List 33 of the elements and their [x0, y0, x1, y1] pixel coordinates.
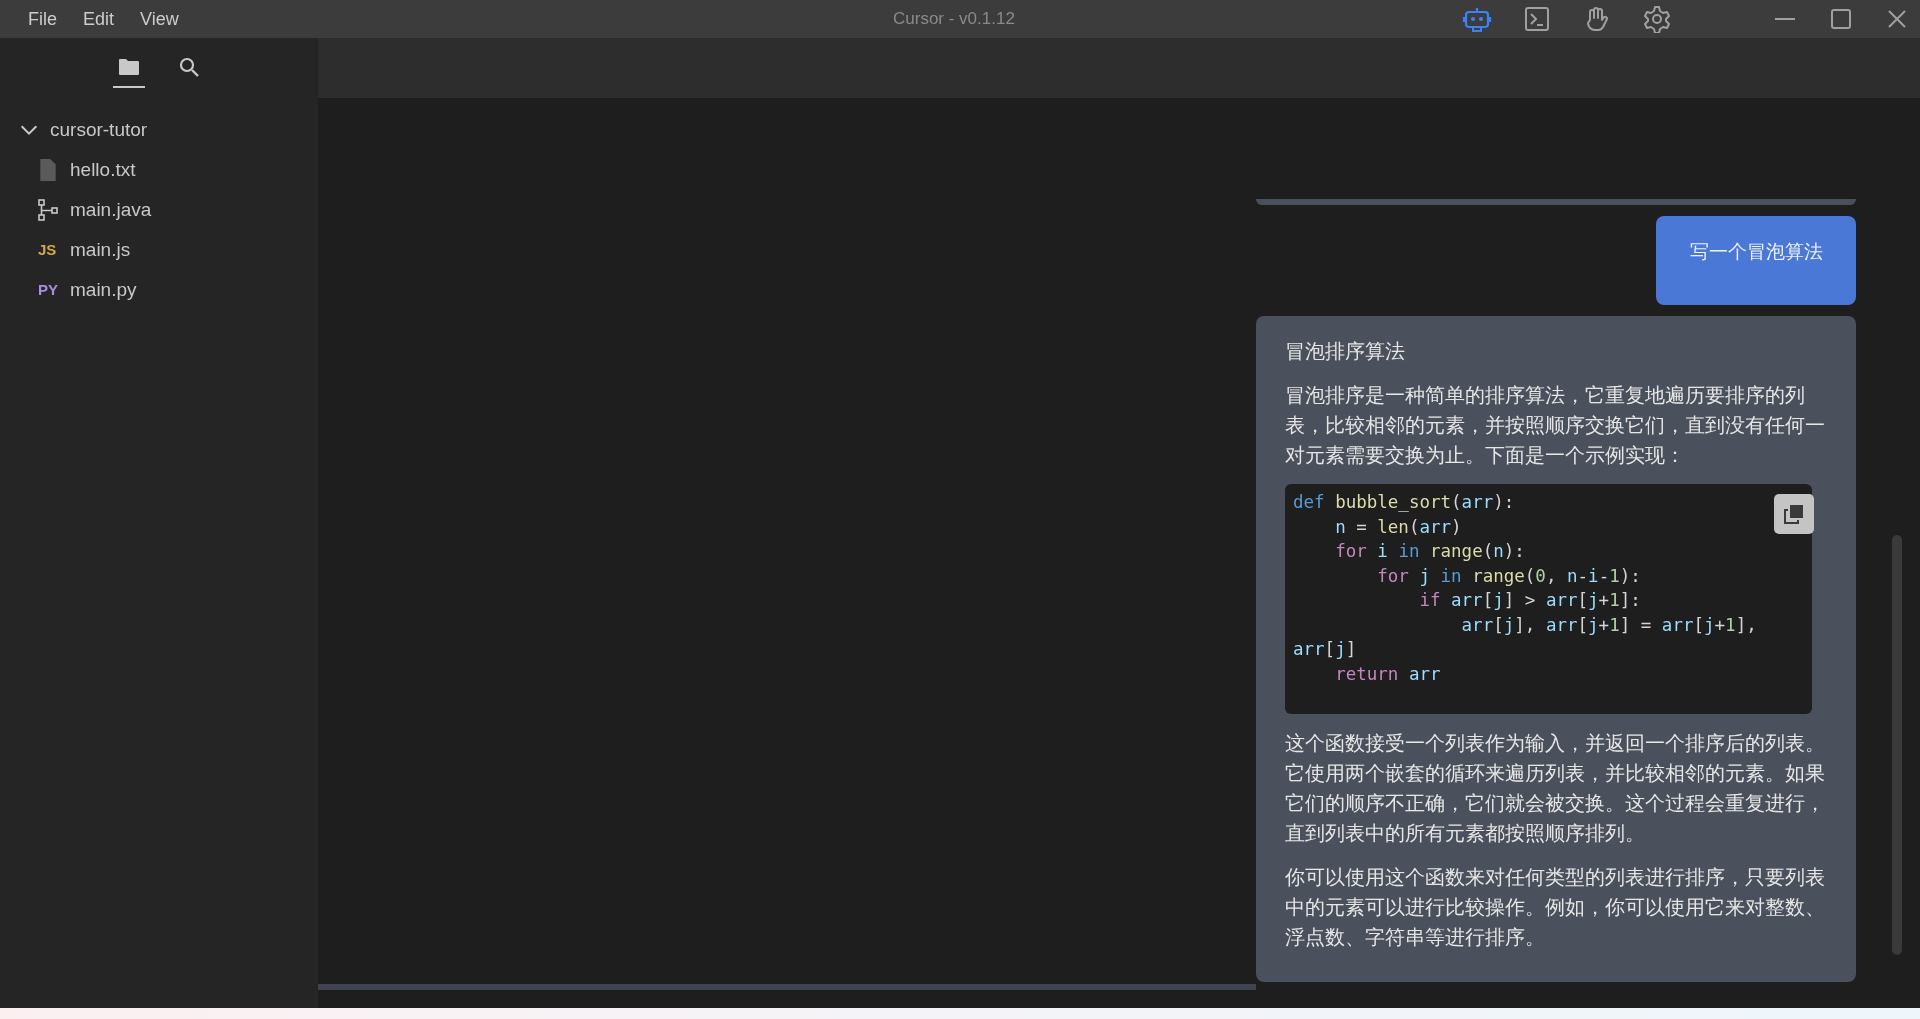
message-heading: 冒泡排序算法 — [1285, 339, 1406, 364]
copy-button[interactable] — [1774, 494, 1814, 534]
file-icon — [38, 159, 58, 181]
menu-item[interactable]: Edit — [73, 0, 125, 38]
code-line: return arr — [1334, 662, 1441, 686]
menu-item[interactable]: View — [130, 0, 189, 38]
terminal-icon[interactable] — [1522, 5, 1552, 33]
file-tree-item[interactable]: JS main.js — [0, 230, 318, 270]
settings-icon[interactable] — [1642, 5, 1672, 33]
file-tree-item[interactable]: PY main.py — [0, 270, 318, 310]
message-paragraph: 冒泡排序是一种简单的排序算法，它重复地遍历要排序的列表，比较相邻的元素，并按照顺序交换它们，直到没有任何一对元素需要交换为止。下面是一个示例实现： — [1285, 383, 1826, 468]
folder-item[interactable]: cursor-tutor — [0, 110, 318, 150]
robot-icon[interactable] — [1462, 5, 1492, 33]
code-line: arr[j], arr[j+1] = arr[j+1], — [1460, 613, 1757, 637]
maximize-icon[interactable] — [1828, 7, 1854, 31]
code-line: if arr[j] > arr[j+1]: — [1418, 589, 1641, 612]
code-line: arr[j] — [1293, 638, 1357, 661]
user-message: 写一个冒泡算法 — [1656, 216, 1856, 305]
file-tree-item[interactable]: main.java — [0, 190, 318, 230]
window-title: Cursor - v0.1.12 — [893, 8, 1015, 31]
menu-item[interactable]: File — [18, 0, 67, 38]
file-type-label: PY — [38, 279, 58, 300]
file-tree-item[interactable]: hello.txt — [0, 150, 318, 190]
message-paragraph: 这个函数接受一个列表作为输入，并返回一个排序后的列表。它使用两个嵌套的循环来遍历列表，并比较相邻的元素。如果它们的顺序不正确，它们就会被交换。这个过程会重复进行，直到列表中的所有元素都按照顺序排列。 — [1285, 731, 1826, 846]
code-line: def bubble_sort(arr): — [1293, 491, 1515, 514]
code-line: n = len(arr) — [1334, 515, 1462, 539]
code-line: for j in range(0, n-i-1): — [1376, 564, 1641, 588]
scrollbar[interactable] — [1892, 535, 1902, 955]
code-line: for i in range(n): — [1334, 540, 1525, 563]
copy-icon — [1784, 504, 1804, 524]
branch-icon — [38, 199, 58, 221]
message-paragraph: 你可以使用这个函数来对任何类型的列表进行排序，只要列表中的元素可以进行比较操作。例如，你可以使用它来对整数、浮点数、字符串等进行排序。 — [1285, 865, 1826, 950]
file-type-label: JS — [38, 239, 58, 260]
